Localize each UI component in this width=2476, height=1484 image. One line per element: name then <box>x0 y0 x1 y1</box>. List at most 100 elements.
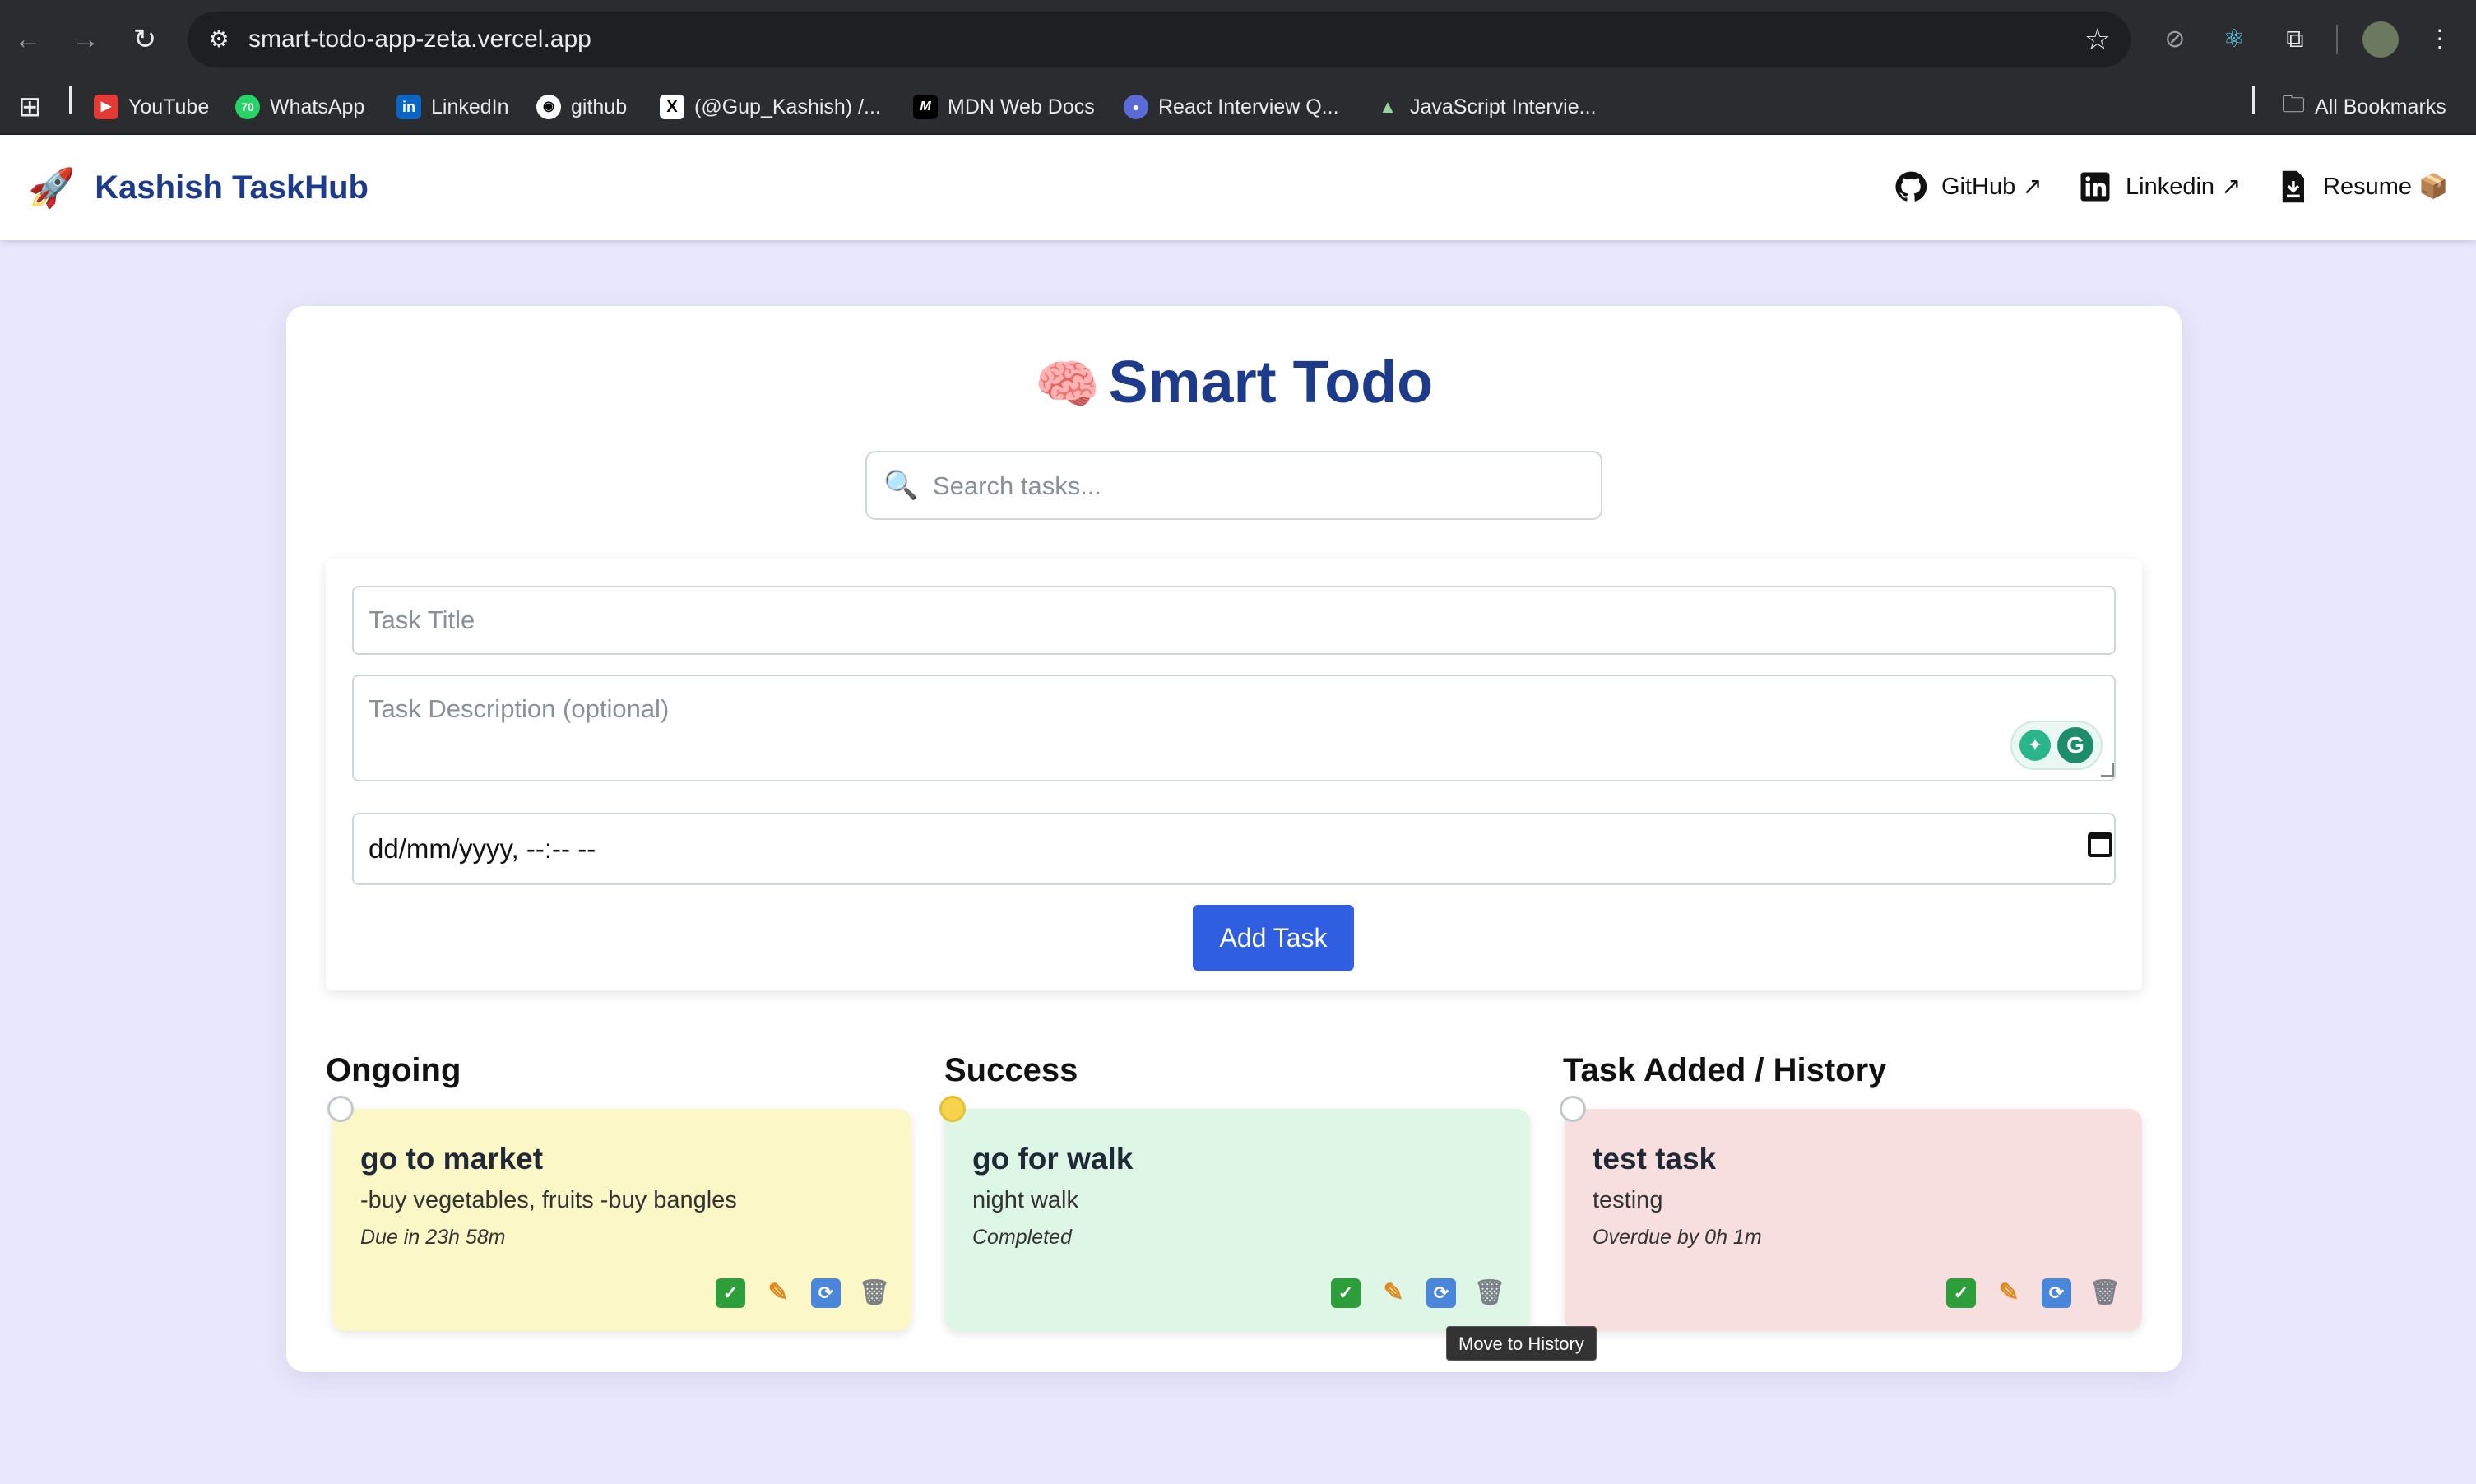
edit-pencil-icon[interactable]: ✎ <box>1994 1278 2024 1308</box>
address-bar[interactable]: ⚙ smart-todo-app-zeta.vercel.app ☆ <box>188 12 2131 67</box>
task-card-ongoing[interactable]: go to market -buy vegetables, fruits -bu… <box>327 1096 911 1331</box>
resume-link[interactable]: Resume 📦 <box>2275 168 2448 206</box>
task-pin[interactable] <box>327 1096 354 1122</box>
complete-icon[interactable]: ✓ <box>716 1278 745 1308</box>
profile-avatar[interactable] <box>2362 21 2399 58</box>
bookmark-react-interview[interactable]: ● React Interview Q... <box>1124 92 1339 122</box>
delete-trash-icon[interactable]: 🗑 <box>859 1278 890 1308</box>
edit-pencil-icon[interactable]: ✎ <box>763 1278 793 1308</box>
page-title: 🧠 Smart Todo <box>286 345 2182 421</box>
due-date-value: dd/mm/yyyy, --:-- -- <box>369 833 596 864</box>
reload-icon[interactable]: ↻ <box>128 23 161 56</box>
search-input[interactable] <box>933 461 1574 512</box>
bookmarks-bar: ⊞ ▶ YouTube 70 WhatsApp in LinkedIn ◉ gi… <box>0 79 2476 135</box>
task-title: go for walk <box>972 1142 1134 1176</box>
bookmark-star-icon[interactable]: ☆ <box>2084 23 2111 56</box>
lightbulb-icon: ✦ <box>2019 730 2051 761</box>
react-devtools-icon[interactable]: ⚛ <box>2216 21 2252 58</box>
task-description: night walk <box>972 1187 1078 1213</box>
bookmark-javascript-interview[interactable]: ▲ JavaScript Intervie... <box>1375 92 1596 122</box>
bookmark-label: github <box>571 95 628 118</box>
grammarly-widget[interactable]: ✦ G <box>2010 721 2103 770</box>
folder-icon: 🗀 <box>2282 91 2306 117</box>
calendar-icon[interactable] <box>2088 832 2112 857</box>
column-heading-ongoing: Ongoing <box>326 1052 461 1088</box>
bookmark-whatsapp[interactable]: 70 WhatsApp <box>235 92 364 122</box>
youtube-icon: ▶ <box>94 95 118 119</box>
site-settings-icon[interactable]: ⚙ <box>204 25 234 54</box>
task-description: testing <box>1593 1187 1663 1213</box>
apps-grid-icon[interactable]: ⊞ <box>18 92 42 122</box>
task-title: test task <box>1593 1142 1717 1176</box>
brain-icon: 🧠 <box>1034 355 1101 414</box>
download-file-icon <box>2282 170 2304 203</box>
app-header: 🚀 Kashish TaskHub GitHub ↗ Linkedin ↗ Re… <box>0 135 2476 240</box>
rocket-icon: 🚀 <box>28 166 76 209</box>
bookmark-x-profile[interactable]: X (@Gup_Kashish) /... <box>660 92 881 122</box>
chrome-menu-icon[interactable]: ⋮ <box>2422 21 2458 58</box>
brand-logo[interactable]: 🚀 Kashish TaskHub <box>28 166 369 209</box>
task-description: -buy vegetables, fruits -buy bangles <box>360 1187 737 1213</box>
whatsapp-icon: 70 <box>235 95 260 119</box>
move-to-history-icon[interactable]: ⟳ <box>1426 1278 1456 1308</box>
extensions-puzzle-icon[interactable]: ⧉ <box>2277 21 2313 58</box>
bookmarks-divider <box>2252 86 2255 114</box>
search-box[interactable]: 🔍 <box>865 451 1602 520</box>
bookmark-label: React Interview Q... <box>1158 95 1339 118</box>
bookmark-github[interactable]: ◉ github <box>536 92 627 122</box>
complete-icon[interactable]: ✓ <box>1946 1278 1976 1308</box>
bookmark-label: LinkedIn <box>431 95 509 118</box>
extension-blocked-icon[interactable]: ⊘ <box>2157 21 2193 58</box>
task-actions: ✓ ✎ ⟳ 🗑 <box>716 1278 890 1308</box>
task-description-input[interactable] <box>352 675 2116 781</box>
complete-icon[interactable]: ✓ <box>1331 1278 1361 1308</box>
toolbar-divider <box>2336 25 2338 54</box>
task-title: go to market <box>360 1142 544 1176</box>
linkedin-icon <box>2080 172 2110 202</box>
mdn-icon: M <box>913 95 938 119</box>
mountain-icon: ▲ <box>1379 96 1397 117</box>
bookmarks-divider <box>69 86 72 114</box>
forward-icon[interactable]: → <box>69 23 102 56</box>
search-icon: 🔍 <box>883 470 919 501</box>
x-icon: X <box>660 95 684 119</box>
due-date-input[interactable]: dd/mm/yyyy, --:-- -- <box>352 813 2116 885</box>
resume-link-label: Resume 📦 <box>2323 174 2449 200</box>
task-pin[interactable] <box>939 1096 966 1122</box>
delete-trash-icon[interactable]: 🗑 <box>2089 1278 2121 1308</box>
task-card-history[interactable]: test task testing Overdue by 0h 1m ✓ ✎ ⟳… <box>1560 1096 2142 1331</box>
github-icon <box>1895 171 1927 202</box>
bookmark-youtube[interactable]: ▶ YouTube <box>94 92 209 122</box>
all-bookmarks-folder[interactable]: 🗀 All Bookmarks <box>2282 91 2446 122</box>
task-pin[interactable] <box>1560 1096 1586 1122</box>
bookmark-label: (@Gup_Kashish) /... <box>694 95 881 118</box>
resize-handle[interactable] <box>2101 763 2114 777</box>
url-text[interactable]: smart-todo-app-zeta.vercel.app <box>248 25 591 54</box>
task-card-success[interactable]: go for walk night walk Completed ✓ ✎ ⟳ 🗑 <box>939 1096 1530 1331</box>
edit-pencil-icon[interactable]: ✎ <box>1379 1278 1408 1308</box>
linkedin-link-label: Linkedin ↗ <box>2126 174 2242 200</box>
linkedin-link[interactable]: Linkedin ↗ <box>2078 168 2241 206</box>
task-title-input[interactable] <box>352 586 2116 655</box>
bookmark-mdn[interactable]: M MDN Web Docs <box>913 92 1095 122</box>
task-status: Due in 23h 58m <box>360 1226 506 1249</box>
task-actions: ✓ ✎ ⟳ 🗑 <box>1331 1278 1505 1308</box>
brand-name: Kashish TaskHub <box>95 169 369 206</box>
bookmark-linkedin[interactable]: in LinkedIn <box>396 92 509 122</box>
move-to-history-icon[interactable]: ⟳ <box>811 1278 841 1308</box>
add-task-button[interactable]: Add Task <box>1193 905 1354 971</box>
todo-card: 🧠Smart Todo 🔍 ✦ G dd/mm/yyyy, --:-- -- A… <box>286 306 2182 1372</box>
page-title-text: Smart Todo <box>1108 350 1434 415</box>
tooltip: Move to History <box>1446 1326 1597 1361</box>
bookmark-label: JavaScript Intervie... <box>1410 95 1597 118</box>
github-icon: ◉ <box>536 95 561 119</box>
add-task-form: ✦ G dd/mm/yyyy, --:-- -- Add Task <box>326 559 2142 990</box>
bookmark-label: MDN Web Docs <box>948 95 1095 118</box>
github-link[interactable]: GitHub ↗ <box>1894 168 2042 206</box>
back-icon[interactable]: ← <box>12 23 44 56</box>
move-to-history-icon[interactable]: ⟳ <box>2042 1278 2071 1308</box>
linkedin-icon: in <box>396 95 421 119</box>
bookmark-label: WhatsApp <box>270 95 365 118</box>
task-status: Completed <box>972 1226 1072 1249</box>
delete-trash-icon[interactable]: 🗑 <box>1474 1278 1505 1308</box>
